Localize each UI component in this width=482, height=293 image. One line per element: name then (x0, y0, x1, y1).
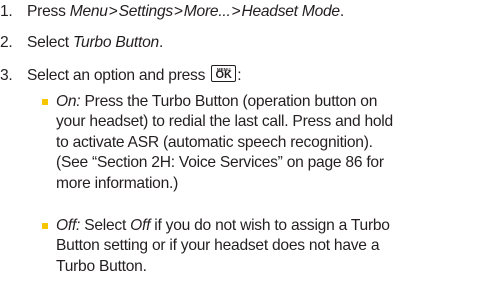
option-line: Off: Select Off if you do not wish to as… (56, 217, 390, 234)
step-number: 3. (0, 67, 13, 84)
option-line: Button setting or if your headset does n… (56, 237, 380, 255)
menu-path-item: Headset Mode (241, 3, 340, 20)
option-line: to activate ASR (automatic speech recogn… (56, 133, 373, 151)
menu-ok-key-icon: MENU OK (211, 65, 237, 82)
step-text: Select (27, 34, 73, 51)
bullet-icon (42, 99, 48, 105)
path-separator: > (173, 3, 183, 20)
step-end: : (237, 67, 242, 84)
option-line: your headset) to redial the last call. P… (56, 113, 393, 131)
menu-path-item: Menu (69, 3, 108, 20)
step-end: . (158, 34, 164, 51)
option-label: On: (56, 93, 81, 110)
option-line: Turbo Button. (56, 257, 147, 275)
step-number: 2. (0, 34, 13, 51)
option-off: Off: Select Off if you do not wish to as… (56, 216, 482, 277)
menu-path-item: Settings (118, 3, 174, 20)
bullet-icon (42, 223, 48, 229)
option-label: Off: (56, 217, 81, 234)
step-end: . (339, 3, 344, 20)
instruction-page: 1. Press Menu>Settings>More...>Headset Mo… (0, 0, 482, 293)
step-2: 2. Select Turbo Button. (0, 32, 163, 54)
menu-path-item: More... (183, 3, 231, 20)
option-line: On: Press the Turbo Button (operation bu… (56, 93, 378, 110)
menu-item-name: Turbo Button (72, 34, 159, 51)
path-separator: > (108, 3, 118, 20)
step-3: 3. Select an option and press MENU OK: (0, 63, 242, 87)
path-separator: > (231, 3, 241, 20)
option-line: more information.) (56, 174, 179, 192)
step-text: Press (27, 3, 70, 20)
option-label-inline: Off (130, 217, 151, 234)
step-number: 1. (0, 3, 13, 20)
option-on: On: Press the Turbo Button (operation bu… (56, 92, 482, 194)
option-line: (See “Section 2H: Voice Services” on pag… (56, 154, 384, 172)
key-main-label: OK (215, 69, 232, 81)
step-1: 1. Press Menu>Settings>More...>Headset Mo… (0, 1, 344, 23)
step-text: Select an option and press (27, 67, 210, 84)
